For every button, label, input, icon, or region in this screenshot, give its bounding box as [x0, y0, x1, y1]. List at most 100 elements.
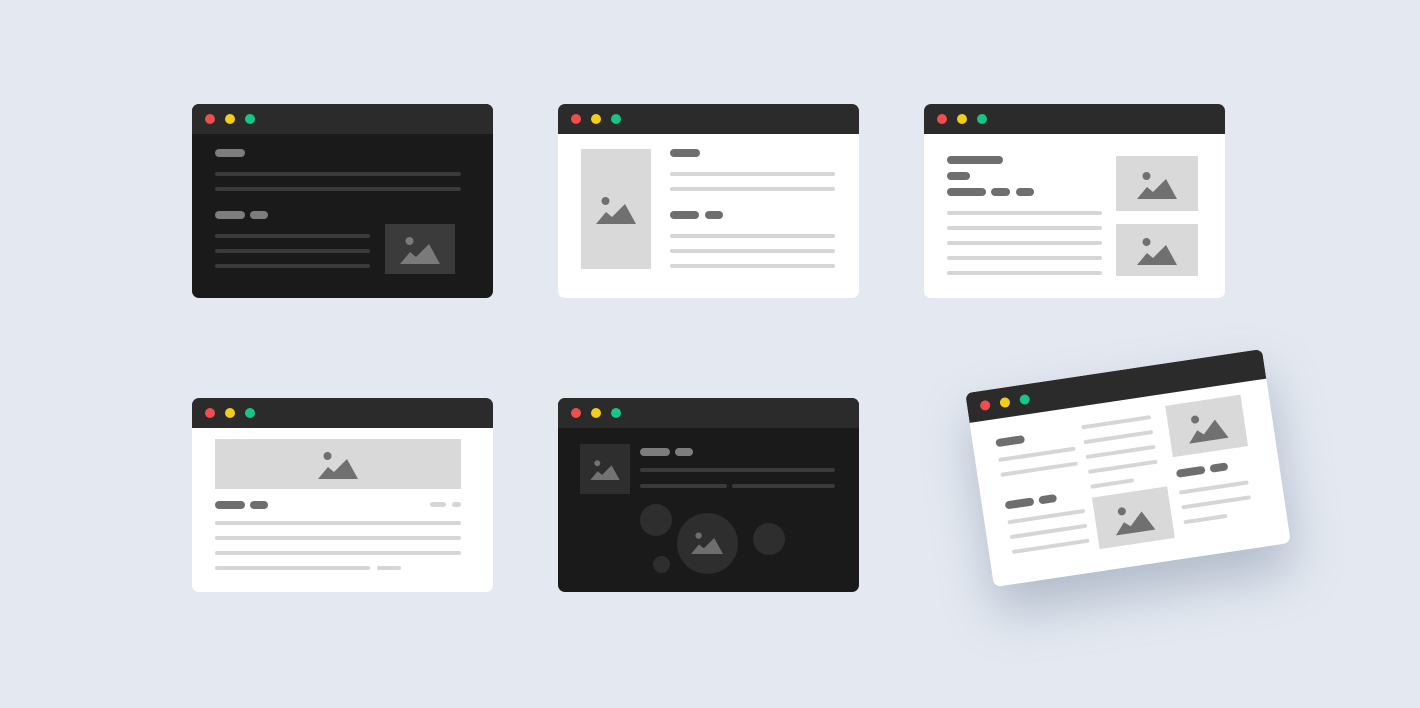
image-icon	[318, 452, 358, 479]
text-line	[670, 249, 835, 253]
text-line	[1085, 444, 1156, 460]
banner-image-placeholder	[215, 439, 461, 489]
circle-image-placeholder	[677, 513, 738, 574]
text-line	[947, 241, 1102, 245]
minimize-dot[interactable]	[225, 114, 235, 124]
image-placeholder	[1116, 224, 1198, 276]
text-line	[1083, 429, 1154, 445]
text-line	[215, 234, 370, 238]
image-icon	[596, 197, 636, 224]
maximize-dot[interactable]	[611, 408, 621, 418]
text-line	[1009, 523, 1088, 540]
text-line	[1000, 461, 1079, 477]
text-line	[377, 566, 401, 570]
tag-placeholder	[1209, 462, 1229, 473]
maximize-dot[interactable]	[245, 408, 255, 418]
browser-window-1	[192, 104, 493, 298]
tag-placeholder	[705, 211, 723, 219]
heading-placeholder	[215, 149, 245, 157]
heading-placeholder	[215, 501, 245, 509]
subheading-placeholder	[947, 172, 970, 180]
text-line	[670, 172, 835, 176]
maximize-dot[interactable]	[245, 114, 255, 124]
text-line	[947, 211, 1102, 215]
image-placeholder	[1165, 394, 1249, 458]
browser-window-2	[558, 104, 859, 298]
text-line	[947, 256, 1102, 260]
maximize-dot[interactable]	[1019, 393, 1031, 406]
text-line	[1011, 538, 1090, 555]
maximize-dot[interactable]	[611, 114, 621, 124]
meta-placeholder	[452, 502, 461, 507]
browser-window-6	[965, 348, 1291, 588]
subheading-placeholder	[670, 211, 699, 219]
text-line	[732, 484, 835, 488]
text-line	[1087, 459, 1158, 474]
subheading-placeholder	[215, 211, 245, 219]
image-icon	[1137, 171, 1177, 199]
text-line	[1007, 508, 1086, 525]
text-line	[215, 264, 370, 268]
subheading-placeholder	[1175, 465, 1206, 478]
tag-placeholder	[250, 211, 268, 219]
text-line	[215, 249, 370, 253]
text-line	[215, 566, 370, 570]
image-placeholder	[1091, 486, 1175, 550]
circle-decoration	[640, 504, 672, 536]
heading-placeholder	[947, 156, 1003, 164]
title-bar	[924, 104, 1225, 134]
tag-placeholder	[1016, 188, 1034, 196]
close-dot[interactable]	[937, 114, 947, 124]
thumbnail-placeholder	[580, 444, 630, 494]
circle-decoration	[753, 523, 785, 555]
wireframe-gallery: { "background_color": "#e4e9f1", "window…	[0, 0, 1420, 708]
text-line	[1090, 478, 1135, 489]
tag-placeholder	[250, 501, 268, 509]
close-dot[interactable]	[205, 114, 215, 124]
minimize-dot[interactable]	[957, 114, 967, 124]
close-dot[interactable]	[571, 114, 581, 124]
browser-window-5	[558, 398, 859, 592]
text-line	[1181, 495, 1251, 510]
close-dot[interactable]	[979, 399, 991, 412]
browser-window-4	[192, 398, 493, 592]
title-bar	[558, 398, 859, 428]
text-line	[998, 446, 1076, 463]
heading-placeholder	[670, 149, 700, 157]
close-dot[interactable]	[205, 408, 215, 418]
image-placeholder	[385, 224, 455, 274]
title-bar	[558, 104, 859, 134]
text-line	[1183, 513, 1228, 525]
text-line	[215, 551, 461, 555]
close-dot[interactable]	[571, 408, 581, 418]
tag-placeholder	[675, 448, 693, 456]
text-line	[670, 234, 835, 238]
title-bar	[192, 398, 493, 428]
subheading-placeholder	[1004, 497, 1035, 510]
tag-placeholder	[947, 188, 986, 196]
heading-placeholder	[640, 448, 670, 456]
minimize-dot[interactable]	[591, 408, 601, 418]
text-line	[670, 187, 835, 191]
maximize-dot[interactable]	[977, 114, 987, 124]
image-icon	[1115, 507, 1156, 536]
image-placeholder	[581, 149, 651, 269]
tag-placeholder	[1038, 493, 1058, 505]
heading-placeholder	[995, 435, 1026, 448]
minimize-dot[interactable]	[225, 408, 235, 418]
text-line	[1081, 415, 1152, 430]
image-icon	[590, 460, 620, 480]
image-icon	[400, 237, 440, 264]
text-line	[670, 264, 835, 268]
minimize-dot[interactable]	[591, 114, 601, 124]
browser-window-3	[924, 104, 1225, 298]
image-icon	[1189, 415, 1229, 444]
text-line	[215, 172, 461, 176]
text-line	[215, 536, 461, 540]
image-icon	[691, 532, 723, 554]
image-icon	[1137, 238, 1177, 265]
tag-placeholder	[991, 188, 1010, 196]
minimize-dot[interactable]	[999, 396, 1011, 409]
meta-placeholder	[430, 502, 446, 507]
text-line	[215, 187, 461, 191]
